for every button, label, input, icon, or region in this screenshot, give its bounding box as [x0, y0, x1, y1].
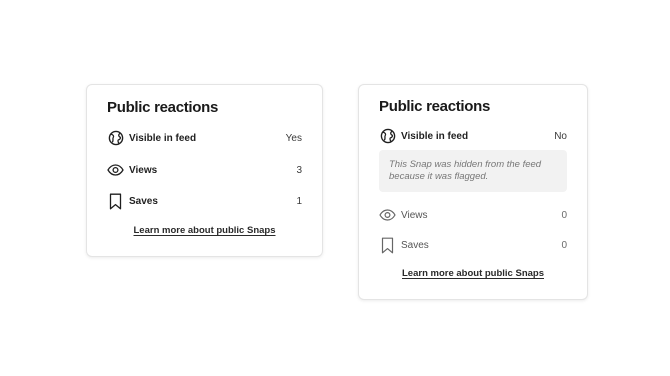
globe-icon — [379, 128, 396, 145]
visible-in-feed-value: No — [554, 130, 567, 142]
learn-more-link[interactable]: Learn more about public Snaps — [359, 268, 587, 279]
views-label: Views — [129, 164, 158, 176]
card-title: Public reactions — [107, 99, 219, 116]
bookmark-icon — [107, 193, 124, 210]
hidden-notice: This Snap was hidden from the feed becau… — [379, 150, 567, 192]
views-count: 3 — [296, 164, 302, 176]
visible-in-feed-row: Visible in feed Yes — [107, 128, 302, 148]
eye-icon — [379, 207, 396, 224]
eye-icon — [107, 162, 124, 179]
public-reactions-card: Public reactions Visible in feed Yes Vie… — [86, 84, 323, 257]
views-row: Views 0 — [379, 205, 567, 225]
globe-icon — [107, 130, 124, 147]
saves-row: Saves 0 — [379, 235, 567, 255]
public-reactions-card: Public reactions Visible in feed No This… — [358, 84, 588, 300]
views-label: Views — [401, 209, 428, 221]
visible-in-feed-value: Yes — [285, 132, 302, 144]
views-count: 0 — [561, 209, 567, 221]
saves-label: Saves — [129, 195, 158, 207]
visible-in-feed-label: Visible in feed — [129, 132, 197, 144]
visible-in-feed-label: Visible in feed — [401, 130, 469, 142]
card-title: Public reactions — [379, 98, 491, 115]
bookmark-icon — [379, 237, 396, 254]
visible-in-feed-row: Visible in feed No — [379, 126, 567, 146]
views-row: Views 3 — [107, 160, 302, 180]
saves-label: Saves — [401, 239, 429, 251]
saves-row: Saves 1 — [107, 191, 302, 211]
saves-count: 0 — [561, 239, 567, 251]
saves-count: 1 — [296, 195, 302, 207]
learn-more-link[interactable]: Learn more about public Snaps — [87, 225, 322, 236]
